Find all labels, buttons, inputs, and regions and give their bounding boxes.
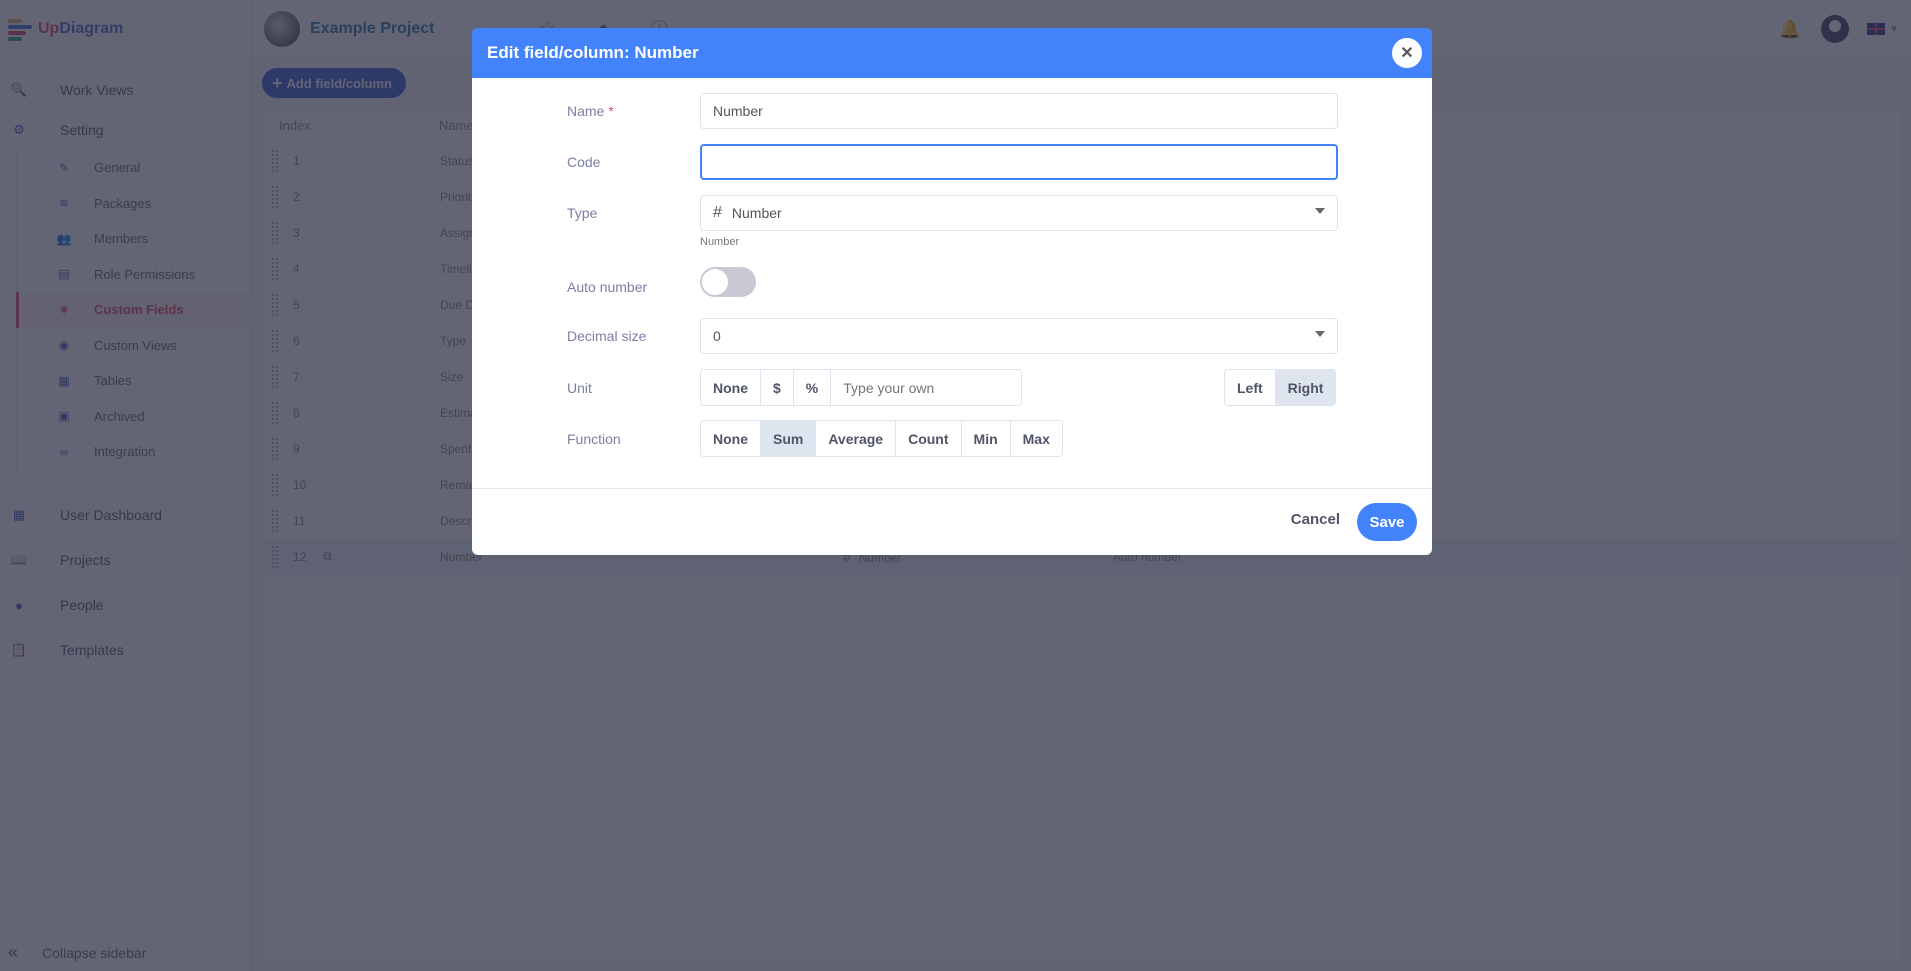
auto-number-toggle[interactable] [700, 267, 756, 297]
dropdown-arrow-icon [1315, 208, 1325, 214]
unit-position-group: Left Right [1224, 369, 1337, 406]
function-label: Function [567, 430, 621, 447]
name-label: Name * [567, 103, 614, 119]
required-asterisk: * [608, 103, 614, 119]
function-max-button[interactable]: Max [1010, 421, 1062, 456]
close-icon: ✕ [1400, 45, 1414, 62]
type-label: Type [567, 205, 598, 221]
close-button[interactable]: ✕ [1392, 38, 1422, 68]
unit-none-button[interactable]: None [701, 370, 761, 405]
dropdown-arrow-icon [1315, 331, 1325, 337]
function-count-button[interactable]: Count [896, 421, 962, 456]
function-none-button[interactable]: None [701, 421, 761, 456]
name-input[interactable]: Number [700, 93, 1338, 129]
decimal-size-select[interactable]: 0 [700, 318, 1338, 354]
unit-label: Unit [567, 379, 592, 396]
position-right-button[interactable]: Right [1275, 370, 1336, 405]
save-button[interactable]: Save [1357, 503, 1417, 541]
type-select[interactable]: # Number [700, 195, 1338, 231]
unit-button-group: None $ % [700, 369, 1023, 406]
cancel-button[interactable]: Cancel [1291, 511, 1340, 528]
type-hint: Number [700, 236, 740, 248]
type-value: Number [731, 205, 782, 221]
function-sum-button[interactable]: Sum [761, 421, 817, 456]
modal-title: Edit field/column: Number [487, 43, 699, 62]
edit-field-modal: Edit field/column: Number ✕ Name * Number… [472, 28, 1432, 555]
unit-custom-input[interactable] [831, 370, 1022, 405]
decimal-size-value: 0 [713, 328, 721, 344]
decimal-size-label: Decimal size [567, 328, 647, 344]
unit-percent-button[interactable]: % [793, 370, 832, 405]
unit-dollar-button[interactable]: $ [761, 370, 794, 405]
function-average-button[interactable]: Average [816, 421, 897, 456]
auto-number-label: Auto number [567, 279, 648, 295]
modal-header: Edit field/column: Number ✕ [472, 28, 1432, 78]
function-min-button[interactable]: Min [961, 421, 1011, 456]
hash-icon: # [713, 204, 722, 221]
function-button-group: None Sum Average Count Min Max [700, 420, 1063, 457]
position-left-button[interactable]: Left [1225, 370, 1276, 405]
modal-footer: Cancel Save [472, 488, 1432, 555]
code-label: Code [567, 154, 601, 170]
code-input[interactable] [700, 144, 1338, 180]
